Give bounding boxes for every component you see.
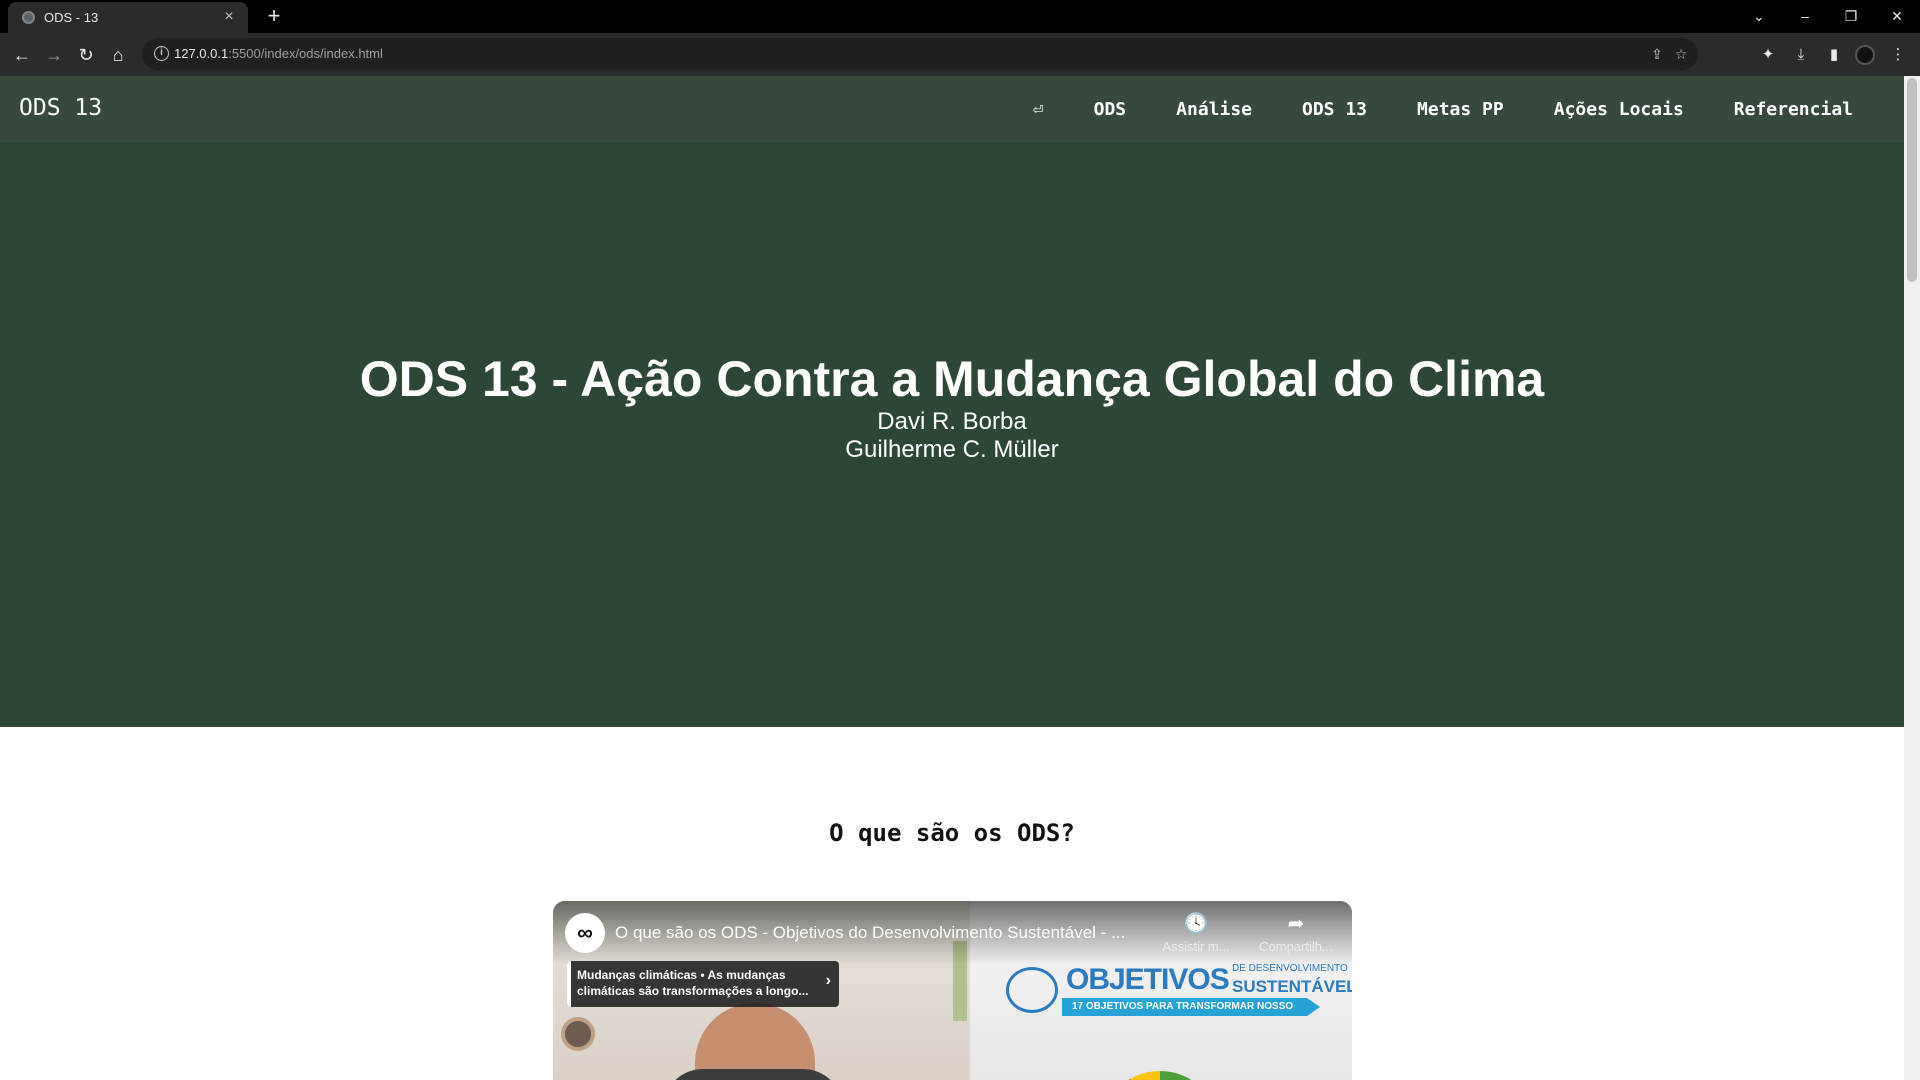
share-icon[interactable]: ⇪ bbox=[1648, 45, 1666, 63]
card-text: Mudanças climáticas • As mudanças climát… bbox=[577, 968, 809, 998]
section-title: O que são os ODS? bbox=[829, 819, 1075, 847]
nav-item-analise[interactable]: Análise bbox=[1151, 99, 1277, 120]
thumbnail-title: OBJETIVOS bbox=[1066, 963, 1230, 996]
hero-section: ODS 13 - Ação Contra a Mudança Global do… bbox=[0, 142, 1904, 727]
nav-item-return-icon[interactable]: ⏎ bbox=[1008, 99, 1069, 120]
video-info-card[interactable]: Mudanças climáticas • As mudanças climát… bbox=[567, 961, 839, 1007]
browser-tab[interactable]: ODS - 13 × bbox=[8, 2, 248, 33]
page-viewport: ODS 13 ⏎ ODS Análise ODS 13 Metas PP Açõ… bbox=[0, 76, 1904, 1080]
scrollbar-thumb[interactable] bbox=[1907, 78, 1917, 282]
site-info-icon[interactable]: i bbox=[154, 46, 169, 61]
download-icon[interactable]: ⤓ bbox=[1791, 45, 1811, 65]
video-header: ∞ O que são os ODS - Objetivos do Desenv… bbox=[553, 901, 1352, 965]
site-navbar: ODS 13 ⏎ ODS Análise ODS 13 Metas PP Açõ… bbox=[0, 76, 1904, 142]
video-title[interactable]: O que são os ODS - Objetivos do Desenvol… bbox=[615, 923, 1125, 943]
nav-item-ods-13[interactable]: ODS 13 bbox=[1277, 99, 1392, 120]
sdg-wheel-icon bbox=[1100, 1071, 1220, 1080]
channel-avatar-icon[interactable]: ∞ bbox=[565, 913, 605, 953]
close-tab-icon[interactable]: × bbox=[220, 8, 238, 26]
thumbnail-banner: 17 OBJETIVOS PARA TRANSFORMAR NOSSO MUND… bbox=[1062, 998, 1320, 1016]
chevron-right-icon[interactable]: › bbox=[826, 973, 831, 989]
home-icon[interactable]: ⌂ bbox=[106, 43, 130, 67]
author-name: Guilherme C. Müller bbox=[845, 436, 1059, 463]
site-brand[interactable]: ODS 13 bbox=[19, 95, 102, 121]
tab-search-icon[interactable]: ⌄ bbox=[1747, 4, 1771, 28]
share-label: Compartilh... bbox=[1259, 939, 1333, 954]
new-tab-button[interactable]: + bbox=[262, 4, 286, 28]
nav-item-metas-pp[interactable]: Metas PP bbox=[1392, 99, 1529, 120]
share-video-button[interactable]: ➦ Compartilh... bbox=[1251, 913, 1341, 954]
url-path: :5500/index/ods/index.html bbox=[228, 46, 383, 61]
tab-title: ODS - 13 bbox=[44, 10, 99, 25]
extensions-icon[interactable]: ✦ bbox=[1758, 45, 1778, 65]
hero-title: ODS 13 - Ação Contra a Mudança Global do… bbox=[359, 351, 1545, 407]
browser-toolbar: ← → ↻ ⌂ i 127.0.0.1:5500/index/ods/index… bbox=[0, 33, 1920, 76]
author-name: Davi R. Borba bbox=[877, 408, 1027, 435]
share-arrow-icon: ➦ bbox=[1287, 913, 1305, 935]
bookmark-star-icon[interactable]: ☆ bbox=[1672, 45, 1690, 63]
nav-item-acoes-locais[interactable]: Ações Locais bbox=[1529, 99, 1709, 120]
thumbnail-subtitle: SUSTENTÁVEL bbox=[1232, 977, 1352, 996]
nav-item-ods[interactable]: ODS bbox=[1069, 99, 1152, 120]
address-bar[interactable]: i 127.0.0.1:5500/index/ods/index.html ⇪ … bbox=[142, 38, 1698, 70]
embedded-video-player[interactable]: OBJETIVOS DE DESENVOLVIMENTO SUSTENTÁVEL… bbox=[553, 901, 1352, 1080]
card-accent bbox=[567, 961, 571, 1007]
browser-menu-icon[interactable]: ⋮ bbox=[1888, 45, 1908, 65]
minimize-icon[interactable]: – bbox=[1793, 4, 1817, 28]
nav-item-referencial[interactable]: Referencial bbox=[1709, 99, 1878, 120]
speaker-shirt bbox=[663, 1069, 843, 1080]
restore-icon[interactable]: ❐ bbox=[1839, 4, 1863, 28]
url-text[interactable]: 127.0.0.1:5500/index/ods/index.html bbox=[174, 46, 383, 61]
clock-icon: 🕓 bbox=[1183, 913, 1209, 935]
back-icon[interactable]: ← bbox=[10, 43, 34, 67]
profile-avatar[interactable] bbox=[1855, 45, 1875, 65]
un-emblem-icon bbox=[1006, 967, 1058, 1013]
watch-later-button[interactable]: 🕓 Assistir m... bbox=[1151, 913, 1241, 954]
page-scrollbar[interactable] bbox=[1904, 76, 1920, 1080]
window-close-icon[interactable]: ✕ bbox=[1885, 4, 1909, 28]
side-panel-icon[interactable]: ▮ bbox=[1824, 45, 1844, 65]
watch-later-label: Assistir m... bbox=[1162, 939, 1230, 954]
reload-icon[interactable]: ↻ bbox=[74, 43, 98, 67]
thumbnail-badge bbox=[561, 1017, 595, 1051]
forward-icon[interactable]: → bbox=[42, 43, 66, 67]
browser-tab-strip: ODS - 13 × + ⌄ – ❐ ✕ bbox=[0, 0, 1920, 33]
globe-icon bbox=[22, 11, 35, 24]
nav-menu: ⏎ ODS Análise ODS 13 Metas PP Ações Loca… bbox=[1008, 76, 1904, 142]
url-host: 127.0.0.1 bbox=[174, 46, 229, 61]
